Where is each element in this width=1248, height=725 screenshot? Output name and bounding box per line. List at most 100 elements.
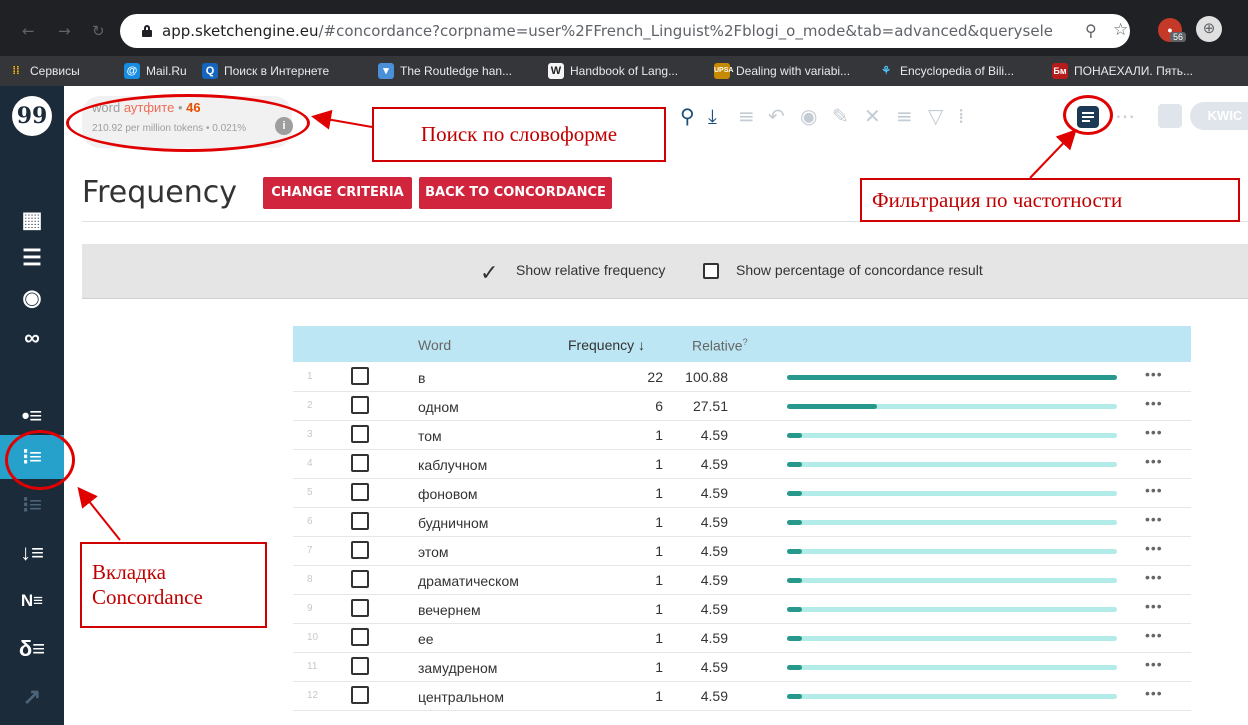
row-checkbox[interactable]: [351, 686, 369, 704]
bookmark-item[interactable]: ⚘ Encyclopedia of Bili...: [878, 63, 1014, 79]
bookmark-item[interactable]: ▾ The Routledge han...: [378, 63, 512, 79]
row-checkbox[interactable]: [351, 541, 369, 559]
more-icon[interactable]: •••: [1145, 366, 1163, 382]
view-options-icon[interactable]: ≡: [738, 104, 755, 128]
globe-icon[interactable]: ⊕: [1196, 16, 1222, 42]
row-checkbox[interactable]: [351, 599, 369, 617]
undo-icon[interactable]: ↶: [768, 104, 785, 128]
forward-icon[interactable]: →: [58, 22, 71, 40]
download-icon[interactable]: ⤓: [708, 104, 717, 128]
address-bar[interactable]: app.sketchengine.eu/#concordance?corpnam…: [120, 14, 1130, 48]
shuffle-icon[interactable]: ✕: [864, 104, 881, 128]
row-checkbox[interactable]: [351, 570, 369, 588]
row-word[interactable]: одном: [418, 399, 459, 415]
table-row[interactable]: 9 вечернем 1 4.59 •••: [293, 595, 1191, 624]
bookmark-star-icon[interactable]: ☆: [1113, 20, 1128, 40]
bookmark-item[interactable]: ⁞⁞ Сервисы: [8, 63, 79, 79]
row-word[interactable]: замудреном: [418, 660, 497, 676]
more-icon[interactable]: •••: [1145, 598, 1163, 614]
percentage-label[interactable]: Show percentage of concordance result: [736, 262, 983, 278]
visibility-icon[interactable]: ◉: [800, 104, 817, 128]
bookmark-item[interactable]: Бм ПОНАЕХАЛИ. Пять...: [1052, 63, 1193, 79]
layout-toggle-icon[interactable]: [1158, 104, 1182, 128]
row-word[interactable]: будничном: [418, 515, 488, 531]
ngrams-icon[interactable]: N≡: [0, 579, 64, 623]
change-criteria-button[interactable]: CHANGE CRITERIA: [263, 177, 412, 209]
row-word[interactable]: в: [418, 370, 425, 386]
back-icon[interactable]: ←: [22, 22, 35, 40]
table-row[interactable]: 2 одном 6 27.51 •••: [293, 392, 1191, 421]
corpus-list-icon[interactable]: ☰: [0, 236, 64, 280]
zoom-icon[interactable]: ⚲: [1085, 21, 1097, 41]
column-header-relative[interactable]: Relative?: [692, 337, 748, 354]
parallel-concordance-icon[interactable]: ⁝≡: [0, 483, 64, 527]
more-icon[interactable]: •••: [1145, 482, 1163, 498]
row-word[interactable]: каблучном: [418, 457, 487, 473]
row-checkbox[interactable]: [351, 454, 369, 472]
wordlist-icon[interactable]: ↓≡: [0, 531, 64, 575]
search-icon[interactable]: ⚲: [680, 104, 695, 128]
more-icon[interactable]: •••: [1145, 453, 1163, 469]
browser-toolbar: ← → ↻ app.sketchengine.eu/#concordance?c…: [0, 0, 1248, 56]
row-word[interactable]: центральном: [418, 689, 504, 705]
column-header-frequency[interactable]: Frequency ↓: [568, 337, 645, 353]
row-word[interactable]: драматическом: [418, 573, 519, 589]
row-word[interactable]: этом: [418, 544, 449, 560]
column-header-word[interactable]: Word: [418, 337, 451, 353]
word-sketch-icon[interactable]: ◉: [0, 276, 64, 320]
more-icon[interactable]: ⋯: [1115, 104, 1135, 128]
sketch-engine-logo[interactable]: 99: [12, 96, 52, 136]
help-icon[interactable]: ?: [743, 337, 748, 347]
row-checkbox[interactable]: [351, 396, 369, 414]
table-row[interactable]: 4 каблучном 1 4.59 •••: [293, 450, 1191, 479]
percentage-checkbox[interactable]: [703, 263, 719, 279]
more-icon[interactable]: •••: [1145, 511, 1163, 527]
table-row[interactable]: 5 фоновом 1 4.59 •••: [293, 479, 1191, 508]
row-checkbox[interactable]: [351, 425, 369, 443]
table-row[interactable]: 11 замудреном 1 4.59 •••: [293, 653, 1191, 682]
sort-icon[interactable]: ≡: [896, 104, 913, 128]
row-frequency: 6: [655, 398, 663, 414]
more-icon[interactable]: •••: [1145, 685, 1163, 701]
frequency-bar-fill: [787, 404, 878, 409]
sketch-diff-icon[interactable]: ∞: [0, 316, 64, 360]
checkmark-icon[interactable]: ✓: [480, 261, 498, 286]
arrow: [1029, 129, 1077, 179]
keywords-icon[interactable]: δ≡: [0, 627, 64, 671]
kwic-button[interactable]: KWIC: [1190, 102, 1248, 130]
table-row[interactable]: 12 центральном 1 4.59 •••: [293, 682, 1191, 711]
more-icon[interactable]: •••: [1145, 395, 1163, 411]
more-icon[interactable]: •••: [1145, 569, 1163, 585]
bookmark-item[interactable]: @ Mail.Ru: [124, 63, 187, 79]
bookmark-item[interactable]: UPSA Dealing with variabi...: [714, 63, 850, 79]
back-to-concordance-button[interactable]: BACK TO CONCORDANCE: [419, 177, 612, 209]
sample-icon[interactable]: ✎: [832, 104, 849, 128]
reload-icon[interactable]: ↻: [92, 22, 105, 40]
more-icon[interactable]: •••: [1145, 424, 1163, 440]
table-row[interactable]: 3 том 1 4.59 •••: [293, 421, 1191, 450]
row-word[interactable]: том: [418, 428, 442, 444]
row-word[interactable]: ее: [418, 631, 434, 647]
row-checkbox[interactable]: [351, 483, 369, 501]
row-checkbox[interactable]: [351, 628, 369, 646]
more-icon[interactable]: •••: [1145, 656, 1163, 672]
row-word[interactable]: фоновом: [418, 486, 478, 502]
table-row[interactable]: 8 драматическом 1 4.59 •••: [293, 566, 1191, 595]
relative-frequency-label[interactable]: Show relative frequency: [516, 262, 665, 278]
row-word[interactable]: вечернем: [418, 602, 481, 618]
filter-icon[interactable]: ▽: [928, 104, 943, 128]
trends-icon[interactable]: ↗: [0, 675, 64, 719]
bookmark-item[interactable]: Q Поиск в Интернете: [202, 63, 329, 79]
row-checkbox[interactable]: [351, 657, 369, 675]
row-checkbox[interactable]: [351, 367, 369, 385]
table-row[interactable]: 1 в 22 100.88 •••: [293, 363, 1191, 392]
table-row[interactable]: 6 будничном 1 4.59 •••: [293, 508, 1191, 537]
more-icon[interactable]: •••: [1145, 627, 1163, 643]
context-icon[interactable]: ⁞: [958, 104, 964, 128]
more-icon[interactable]: •••: [1145, 540, 1163, 556]
bookmark-item[interactable]: W Handbook of Lang...: [548, 63, 678, 79]
url-text[interactable]: app.sketchengine.eu/#concordance?corpnam…: [162, 22, 1052, 40]
table-row[interactable]: 10 ее 1 4.59 •••: [293, 624, 1191, 653]
table-row[interactable]: 7 этом 1 4.59 •••: [293, 537, 1191, 566]
row-checkbox[interactable]: [351, 512, 369, 530]
